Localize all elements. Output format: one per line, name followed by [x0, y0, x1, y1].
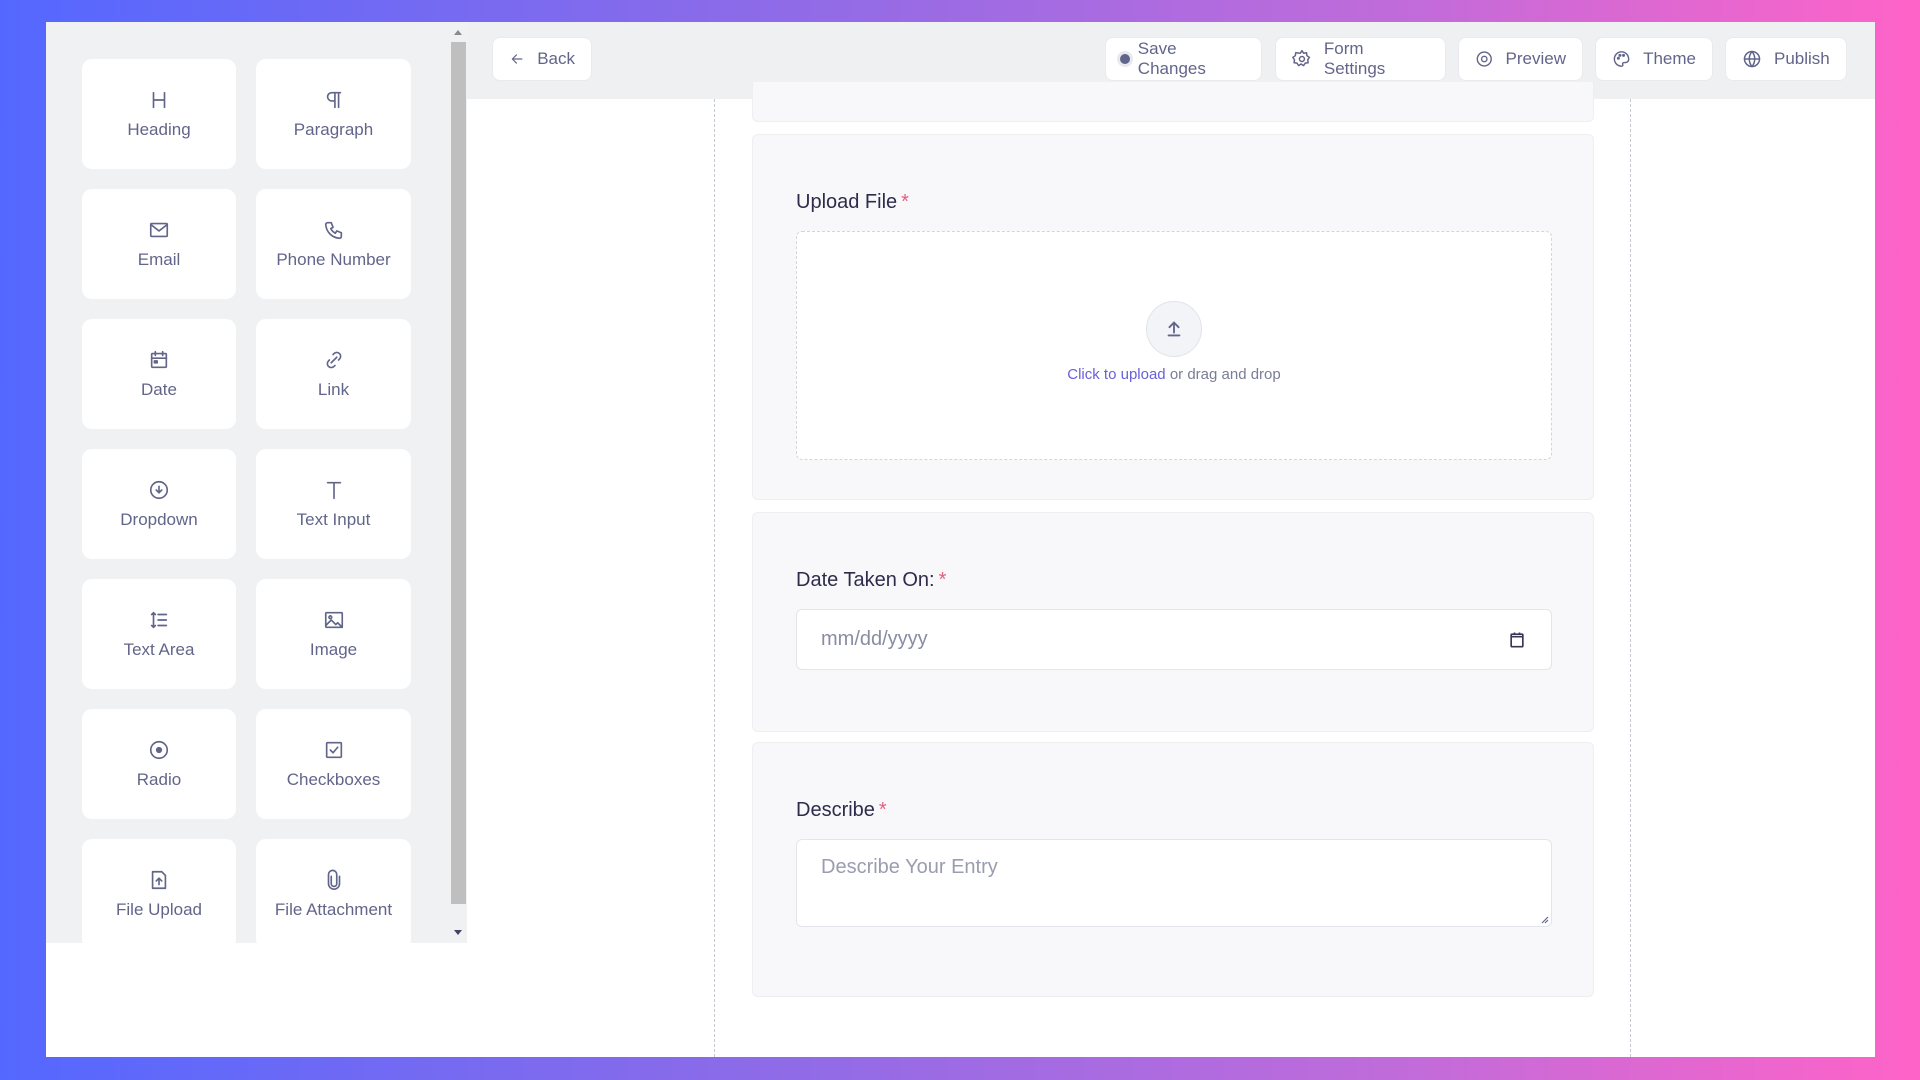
- palette-item-label: Dropdown: [120, 510, 198, 529]
- phone-icon: [322, 218, 346, 242]
- form-field-upload-file[interactable]: Upload File * Click to upload or drag and…: [752, 134, 1594, 500]
- palette-item-file-attachment[interactable]: File Attachment: [256, 839, 411, 949]
- scroll-down-arrow-icon[interactable]: [454, 930, 462, 935]
- calendar-picker-icon[interactable]: [1507, 630, 1527, 650]
- publish-button[interactable]: Publish: [1725, 37, 1847, 81]
- palette-item-label: Link: [317, 380, 350, 399]
- palette-item-file-upload[interactable]: File Upload: [82, 839, 236, 949]
- describe-textarea[interactable]: Describe Your Entry: [796, 839, 1552, 927]
- file-dropzone[interactable]: Click to upload or drag and drop: [796, 231, 1552, 460]
- radio-icon: [147, 738, 171, 762]
- sidebar-scrollbar[interactable]: [450, 22, 467, 943]
- palette-item-label: Date: [141, 380, 177, 399]
- palette-item-link[interactable]: Link: [256, 319, 411, 429]
- gear-icon: [1292, 49, 1311, 67]
- heading-icon: [147, 88, 171, 112]
- eye-icon: [1476, 51, 1492, 67]
- dropdown-icon: [147, 478, 171, 502]
- palette-item-date[interactable]: Date: [82, 319, 236, 429]
- element-palette: Heading Paragraph Email Phone Number Dat…: [82, 59, 412, 949]
- upload-instructions: Click to upload or drag and drop: [797, 366, 1551, 383]
- palette-item-label: Heading: [127, 120, 191, 139]
- preview-button[interactable]: Preview: [1458, 37, 1583, 81]
- upload-icon: [1167, 321, 1181, 337]
- preview-label: Preview: [1505, 49, 1566, 68]
- checkbox-icon: [322, 738, 346, 762]
- form-field-describe[interactable]: Describe * Describe Your Entry: [752, 742, 1594, 997]
- scrollbar-thumb[interactable]: [451, 42, 466, 904]
- palette-item-label: File Upload: [116, 900, 202, 919]
- canvas-guide-left: [714, 99, 715, 1057]
- save-changes-button[interactable]: Save Changes: [1105, 37, 1262, 81]
- text-area-icon: [147, 608, 171, 632]
- form-settings-button[interactable]: Form Settings: [1275, 37, 1446, 81]
- unsaved-status-dot-icon: [1120, 54, 1130, 64]
- save-label: Save Changes: [1137, 39, 1206, 78]
- required-marker: *: [901, 191, 909, 213]
- back-button[interactable]: Back: [492, 37, 592, 81]
- field-label: Describe *: [796, 799, 887, 821]
- resize-handle-icon[interactable]: [1539, 914, 1549, 924]
- palette-item-label: Image: [309, 640, 358, 659]
- canvas-guide-right: [1630, 99, 1631, 1057]
- palette-item-phone-number[interactable]: Phone Number: [256, 189, 411, 299]
- arrow-left-icon: [511, 54, 523, 64]
- palette-item-label: Text Area: [123, 640, 195, 659]
- palette-item-label: Checkboxes: [286, 770, 381, 789]
- palette-item-text-input[interactable]: Text Input: [256, 449, 411, 559]
- file-upload-icon: [147, 868, 171, 892]
- calendar-icon: [147, 348, 171, 372]
- email-icon: [147, 218, 171, 242]
- theme-button[interactable]: Theme: [1595, 37, 1713, 81]
- app-window: Heading Paragraph Email Phone Number Dat…: [46, 22, 1875, 1057]
- palette-item-label: Text Input: [296, 510, 371, 529]
- publish-label: Publish: [1774, 49, 1830, 68]
- link-icon: [322, 348, 346, 372]
- upload-button[interactable]: [1146, 301, 1202, 357]
- form-settings-label: Form Settings: [1323, 39, 1386, 78]
- form-field-date-taken[interactable]: Date Taken On: * mm/dd/yyyy: [752, 512, 1594, 732]
- required-marker: *: [878, 799, 887, 821]
- paragraph-icon: [322, 88, 346, 112]
- palette-item-radio[interactable]: Radio: [82, 709, 236, 819]
- text-icon: [322, 478, 346, 502]
- palette-item-label: Phone Number: [276, 250, 391, 269]
- date-placeholder: mm/dd/yyyy: [821, 628, 928, 650]
- field-label: Date Taken On: *: [796, 569, 947, 591]
- globe-icon: [1743, 50, 1761, 68]
- image-icon: [322, 608, 346, 632]
- theme-label: Theme: [1643, 49, 1696, 68]
- click-to-upload-link[interactable]: Click to upload: [1067, 366, 1165, 383]
- palette-item-image[interactable]: Image: [256, 579, 411, 689]
- date-input[interactable]: mm/dd/yyyy: [796, 609, 1552, 670]
- palette-item-text-area[interactable]: Text Area: [82, 579, 236, 689]
- element-palette-sidebar: Heading Paragraph Email Phone Number Dat…: [46, 22, 467, 949]
- palette-icon: [1613, 51, 1630, 67]
- form-field-card-previous[interactable]: [752, 82, 1594, 122]
- palette-item-checkboxes[interactable]: Checkboxes: [256, 709, 411, 819]
- palette-item-label: Email: [137, 250, 181, 269]
- back-label: Back: [537, 49, 575, 68]
- palette-item-label: Radio: [136, 770, 182, 789]
- palette-item-paragraph[interactable]: Paragraph: [256, 59, 411, 169]
- field-label: Upload File *: [796, 191, 909, 213]
- drag-drop-text: or drag and drop: [1165, 366, 1281, 383]
- describe-placeholder: Describe Your Entry: [821, 856, 998, 878]
- palette-item-heading[interactable]: Heading: [82, 59, 236, 169]
- palette-item-dropdown[interactable]: Dropdown: [82, 449, 236, 559]
- required-marker: *: [938, 569, 947, 591]
- palette-item-label: File Attachment: [274, 900, 393, 919]
- scroll-up-arrow-icon[interactable]: [454, 30, 462, 35]
- palette-item-label: Paragraph: [293, 120, 374, 139]
- palette-item-email[interactable]: Email: [82, 189, 236, 299]
- paperclip-icon: [322, 868, 346, 892]
